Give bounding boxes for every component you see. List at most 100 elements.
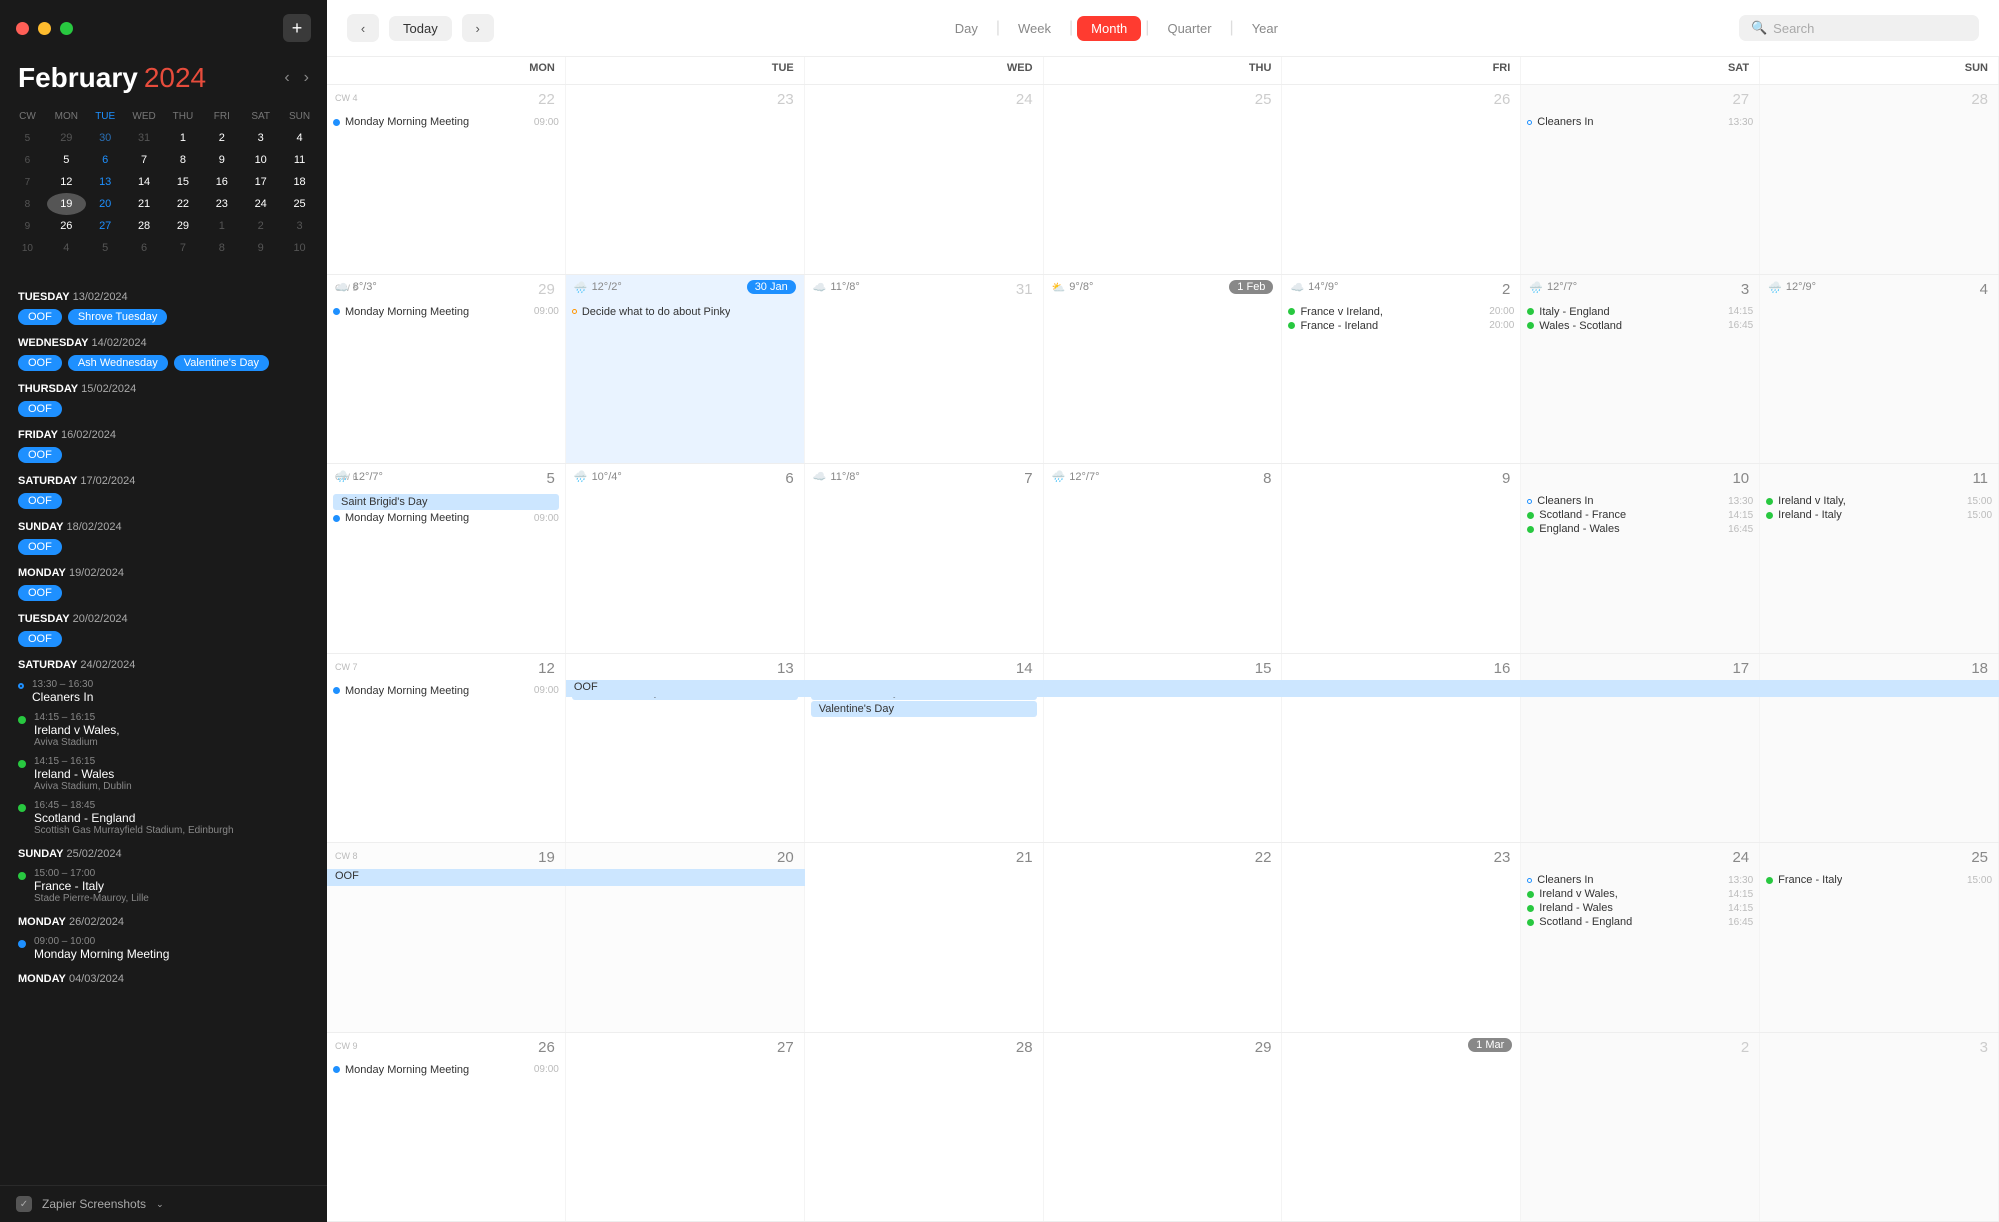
calendar-event[interactable]: Ireland - Italy 15:00 xyxy=(1766,508,1992,522)
agenda-pill[interactable]: OOF xyxy=(18,447,62,463)
agenda-event[interactable]: 14:15 – 16:15 Ireland - Wales Aviva Stad… xyxy=(18,756,309,792)
agenda-event[interactable]: 15:00 – 17:00 France - Italy Stade Pierr… xyxy=(18,868,309,904)
calendar-event[interactable]: Scotland - England 16:45 xyxy=(1527,915,1753,929)
next-month-button[interactable]: › xyxy=(304,69,309,87)
mini-cal-day[interactable]: 10 xyxy=(280,237,319,259)
mini-cal-day[interactable]: 15 xyxy=(164,171,203,193)
calendar-event[interactable]: Ireland v Italy, 15:00 xyxy=(1766,494,1992,508)
agenda-pill[interactable]: OOF xyxy=(18,585,62,601)
mini-cal-day[interactable]: 6 xyxy=(86,149,125,171)
next-period-button[interactable]: › xyxy=(462,14,494,42)
mini-cal-day[interactable]: 8 xyxy=(202,237,241,259)
mini-cal-day[interactable]: 8 xyxy=(164,149,203,171)
day-cell[interactable]: 24 xyxy=(805,85,1044,274)
day-cell[interactable]: ☁️11°/8°31 xyxy=(805,275,1044,464)
calendar-event[interactable]: France - Italy 15:00 xyxy=(1766,873,1992,887)
agenda-pill[interactable]: OOF xyxy=(18,309,62,325)
mini-cal-day[interactable]: 13 xyxy=(86,171,125,193)
mini-cal-day[interactable]: 7 xyxy=(125,149,164,171)
mini-cal-day[interactable]: 14 xyxy=(125,171,164,193)
calendar-event[interactable]: Italy - England 14:15 xyxy=(1527,305,1753,319)
maximize-window-button[interactable] xyxy=(60,22,73,35)
mini-cal-day[interactable]: 21 xyxy=(125,193,164,215)
day-cell[interactable]: 2 xyxy=(1521,1033,1760,1222)
view-tab-quarter[interactable]: Quarter xyxy=(1153,16,1225,41)
day-cell[interactable]: 21 xyxy=(805,843,1044,1032)
day-cell[interactable]: 10 Cleaners In 13:30 Scotland - France 1… xyxy=(1521,464,1760,653)
multiday-event[interactable]: OOF xyxy=(566,680,1999,697)
mini-cal-day[interactable]: 2 xyxy=(202,127,241,149)
day-cell[interactable]: 25 xyxy=(1044,85,1283,274)
day-cell[interactable]: 🌧️12°/9°4 xyxy=(1760,275,1999,464)
agenda-event[interactable]: 13:30 – 16:30 Cleaners In xyxy=(18,679,309,704)
day-cell[interactable]: 22 xyxy=(1044,843,1283,1032)
agenda-pill[interactable]: OOF xyxy=(18,401,62,417)
multiday-event[interactable]: OOF xyxy=(327,869,805,886)
mini-cal-day[interactable]: 29 xyxy=(47,127,86,149)
mini-cal-day[interactable]: 18 xyxy=(280,171,319,193)
day-cell[interactable]: 🌧️12°/7°8 xyxy=(1044,464,1283,653)
mini-cal-day[interactable]: 3 xyxy=(241,127,280,149)
day-cell[interactable]: 11 Ireland v Italy, 15:00 Ireland - Ital… xyxy=(1760,464,1999,653)
day-cell[interactable]: 🌧️10°/4°6 xyxy=(566,464,805,653)
mini-cal-day[interactable]: 9 xyxy=(202,149,241,171)
mini-cal-day[interactable]: 20 xyxy=(86,193,125,215)
calendar-event[interactable]: Monday Morning Meeting 09:00 xyxy=(333,115,559,129)
calendar-event[interactable]: Ireland v Wales, 14:15 xyxy=(1527,887,1753,901)
day-cell[interactable]: 24 Cleaners In 13:30 Ireland v Wales, 14… xyxy=(1521,843,1760,1032)
agenda-pill[interactable]: Ash Wednesday xyxy=(68,355,168,371)
day-cell[interactable]: 1 Mar xyxy=(1282,1033,1521,1222)
mini-cal-day[interactable]: 1 xyxy=(202,215,241,237)
day-cell[interactable]: 28 xyxy=(805,1033,1044,1222)
minimize-window-button[interactable] xyxy=(38,22,51,35)
calendar-event[interactable]: Decide what to do about Pinky xyxy=(572,305,798,319)
sidebar-footer[interactable]: ✓ Zapier Screenshots ⌄ xyxy=(0,1185,327,1222)
day-cell[interactable]: 27 xyxy=(566,1033,805,1222)
calendar-event[interactable]: Ireland - Wales 14:15 xyxy=(1527,901,1753,915)
calendar-event[interactable]: Monday Morning Meeting 09:00 xyxy=(333,305,559,319)
mini-cal-day[interactable]: 16 xyxy=(202,171,241,193)
day-cell[interactable]: ⛅9°/8°1 Feb xyxy=(1044,275,1283,464)
day-cell[interactable]: 25 France - Italy 15:00 xyxy=(1760,843,1999,1032)
today-button[interactable]: Today xyxy=(389,16,452,41)
prev-month-button[interactable]: ‹ xyxy=(284,69,289,87)
search-input[interactable]: 🔍 Search xyxy=(1739,15,1979,41)
mini-cal-day[interactable]: 29 xyxy=(164,215,203,237)
mini-cal-day[interactable]: 10 xyxy=(241,149,280,171)
mini-cal-day[interactable]: 31 xyxy=(125,127,164,149)
calendar-event[interactable]: Monday Morning Meeting 09:00 xyxy=(333,1063,559,1077)
mini-cal-day[interactable]: 4 xyxy=(47,237,86,259)
mini-cal-day[interactable]: 5 xyxy=(86,237,125,259)
day-cell[interactable]: 23 xyxy=(566,85,805,274)
day-cell[interactable]: CW 712 Monday Morning Meeting 09:00 xyxy=(327,654,566,843)
checkbox-icon[interactable]: ✓ xyxy=(16,1196,32,1212)
agenda-pill[interactable]: OOF xyxy=(18,493,62,509)
agenda-list[interactable]: TUESDAY 13/02/2024OOFShrove TuesdayWEDNE… xyxy=(0,271,327,1185)
agenda-pill[interactable]: Shrove Tuesday xyxy=(68,309,168,325)
agenda-pill[interactable]: Valentine's Day xyxy=(174,355,269,371)
day-cell[interactable]: ☁️11°/8°7 xyxy=(805,464,1044,653)
day-cell[interactable]: 23 xyxy=(1282,843,1521,1032)
mini-cal-day[interactable]: 23 xyxy=(202,193,241,215)
day-cell[interactable]: 🌧️12°/7°3 Italy - England 14:15 Wales - … xyxy=(1521,275,1760,464)
mini-cal-day[interactable]: 26 xyxy=(47,215,86,237)
agenda-pill[interactable]: OOF xyxy=(18,539,62,555)
mini-cal-day[interactable]: 12 xyxy=(47,171,86,193)
agenda-pill[interactable]: OOF xyxy=(18,355,62,371)
day-cell[interactable]: CW 422 Monday Morning Meeting 09:00 xyxy=(327,85,566,274)
view-tab-month[interactable]: Month xyxy=(1077,16,1141,41)
mini-cal-day[interactable]: 7 xyxy=(164,237,203,259)
view-tab-day[interactable]: Day xyxy=(941,16,992,41)
mini-cal-day[interactable]: 30 xyxy=(86,127,125,149)
agenda-pill[interactable]: OOF xyxy=(18,631,62,647)
grid-body[interactable]: CW 422 Monday Morning Meeting 09:00 2324… xyxy=(327,85,1999,1222)
day-cell[interactable]: CW 6🌧️12°/7°5Saint Brigid's Day Monday M… xyxy=(327,464,566,653)
calendar-event[interactable]: Cleaners In 13:30 xyxy=(1527,873,1753,887)
add-event-button[interactable]: + xyxy=(283,14,311,42)
day-cell[interactable]: 27 Cleaners In 13:30 xyxy=(1521,85,1760,274)
mini-cal-day[interactable]: 27 xyxy=(86,215,125,237)
calendar-event[interactable]: France v Ireland, 20:00 xyxy=(1288,305,1514,319)
view-tab-year[interactable]: Year xyxy=(1238,16,1292,41)
day-cell[interactable]: CW 926 Monday Morning Meeting 09:00 xyxy=(327,1033,566,1222)
calendar-event[interactable]: Cleaners In 13:30 xyxy=(1527,115,1753,129)
